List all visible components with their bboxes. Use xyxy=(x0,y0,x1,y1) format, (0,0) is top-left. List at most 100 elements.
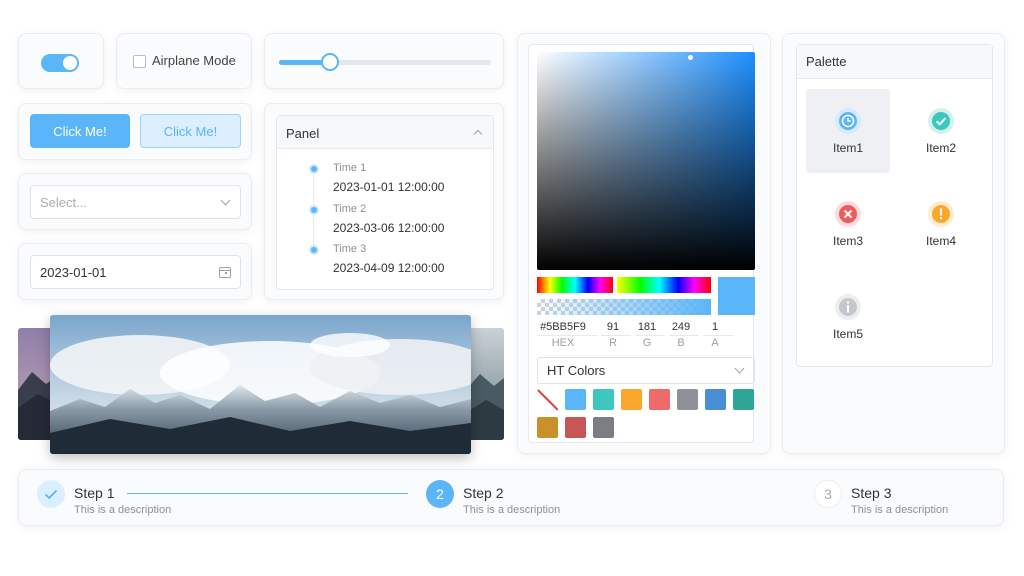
color-swatch[interactable] xyxy=(733,389,754,410)
info-icon xyxy=(835,294,861,320)
preset-colors-value: HT Colors xyxy=(547,363,606,378)
alpha-slider[interactable] xyxy=(537,299,711,315)
step-3-waiting-circle: 3 xyxy=(814,480,842,508)
timeline-dot xyxy=(309,164,319,174)
step-2-title: Step 2 xyxy=(463,485,504,501)
a-underline xyxy=(703,335,733,336)
calendar-icon[interactable] xyxy=(219,267,231,278)
step-1-done-circle xyxy=(37,480,65,508)
palette-item-1[interactable]: Item1 xyxy=(806,89,890,173)
step-2-active-circle: 2 xyxy=(426,480,454,508)
hue-slider-secondary[interactable] xyxy=(617,277,711,293)
color-swatch[interactable] xyxy=(649,389,670,410)
a-value[interactable]: 1 xyxy=(703,321,727,333)
airplane-mode-label[interactable]: Airplane Mode xyxy=(152,53,236,68)
no-color-swatch[interactable] xyxy=(537,389,558,410)
timeline-connector xyxy=(313,175,314,205)
step-1-description: This is a description xyxy=(74,504,172,516)
color-preview xyxy=(718,277,755,315)
color-swatch[interactable] xyxy=(537,417,558,438)
click-me-primary-button[interactable]: Click Me! xyxy=(30,114,130,148)
timeline-time: 2023-03-06 12:00:00 xyxy=(333,221,445,235)
palette-item-label: Item5 xyxy=(832,327,863,341)
chevron-down-icon xyxy=(734,363,745,374)
slider-track[interactable] xyxy=(279,60,491,65)
hex-label: HEX xyxy=(551,337,575,349)
step-3-description: This is a description xyxy=(851,504,949,516)
chevron-up-icon[interactable] xyxy=(473,129,483,139)
palette-item-label: Item4 xyxy=(925,234,956,248)
slider-thumb[interactable] xyxy=(320,53,339,71)
step-3-title: Step 3 xyxy=(851,485,892,501)
carousel-active-slide[interactable] xyxy=(50,315,471,454)
clock-icon xyxy=(835,108,861,134)
color-swatch[interactable] xyxy=(565,389,586,410)
saturation-cursor[interactable] xyxy=(688,55,693,60)
timeline-title: Time 2 xyxy=(333,203,367,215)
palette-item-2[interactable]: Item2 xyxy=(899,89,983,173)
palette-item-5[interactable]: Item5 xyxy=(806,275,890,359)
timeline-dot xyxy=(309,205,319,215)
timeline-dot xyxy=(309,245,319,255)
select-dropdown[interactable]: Select... xyxy=(30,185,241,219)
panel-title: Panel xyxy=(286,126,320,141)
collapse-panel: Panel Time 1 2023-01-01 12:00:00 Time 2 … xyxy=(276,115,494,290)
steps-card: Step 1 This is a description 2 Step 2 Th… xyxy=(18,469,1004,526)
buttons-card: Click Me! Click Me! xyxy=(18,103,252,160)
r-value[interactable]: 91 xyxy=(601,321,625,333)
timeline-time: 2023-01-01 12:00:00 xyxy=(333,180,445,194)
g-label: G xyxy=(642,337,652,349)
select-card: Select... xyxy=(18,173,252,230)
palette-item-3[interactable]: Item3 xyxy=(806,182,890,266)
palette-header: Palette xyxy=(797,45,992,79)
select-placeholder: Select... xyxy=(40,194,87,210)
g-underline xyxy=(635,335,665,336)
g-value[interactable]: 181 xyxy=(635,321,659,333)
b-underline xyxy=(669,335,699,336)
palette: Palette Item1 Item2 Item3 Item4 Item5 xyxy=(796,44,993,367)
click-me-secondary-button[interactable]: Click Me! xyxy=(140,114,241,148)
r-underline xyxy=(601,335,631,336)
date-value: 2023-01-01 xyxy=(40,264,107,280)
palette-item-4[interactable]: Item4 xyxy=(899,182,983,266)
step-1-title: Step 1 xyxy=(74,485,115,501)
slider-card xyxy=(264,33,504,89)
airplane-mode-checkbox[interactable] xyxy=(133,55,146,68)
b-label: B xyxy=(677,337,685,349)
exclamation-icon xyxy=(928,201,954,227)
step-connector xyxy=(127,493,408,494)
chevron-down-icon xyxy=(220,195,231,206)
color-swatch[interactable] xyxy=(705,389,726,410)
date-input[interactable]: 2023-01-01 xyxy=(30,255,241,289)
date-card: 2023-01-01 xyxy=(18,243,252,300)
preset-colors-select[interactable]: HT Colors xyxy=(537,357,755,384)
palette-title: Palette xyxy=(806,54,847,69)
color-swatch[interactable] xyxy=(593,417,614,438)
color-swatch[interactable] xyxy=(593,389,614,410)
timeline-connector xyxy=(313,216,314,246)
toggle-knob[interactable] xyxy=(63,56,77,70)
color-swatch[interactable] xyxy=(677,389,698,410)
r-label: R xyxy=(609,337,617,349)
panel-header[interactable]: Panel xyxy=(277,116,493,149)
checkbox-card: Airplane Mode xyxy=(116,33,252,89)
palette-item-label: Item1 xyxy=(832,141,863,155)
panel-card: Panel Time 1 2023-01-01 12:00:00 Time 2 … xyxy=(264,103,504,300)
hex-value[interactable]: #5BB5F9 xyxy=(537,321,589,333)
color-picker-card: #5BB5F9 HEX 91 R 181 G 249 B 1 A HT Colo… xyxy=(517,33,771,454)
timeline-title: Time 3 xyxy=(333,243,367,255)
check-icon xyxy=(928,108,954,134)
b-value[interactable]: 249 xyxy=(669,321,693,333)
saturation-value-area[interactable] xyxy=(537,52,755,270)
palette-item-label: Item2 xyxy=(925,141,956,155)
x-icon xyxy=(835,201,861,227)
color-swatch[interactable] xyxy=(565,417,586,438)
palette-item-label: Item3 xyxy=(832,234,863,248)
toggle-card xyxy=(18,33,104,89)
toggle-switch[interactable] xyxy=(41,54,79,72)
hue-slider[interactable] xyxy=(537,277,613,293)
color-swatch[interactable] xyxy=(621,389,642,410)
timeline-time: 2023-04-09 12:00:00 xyxy=(333,261,445,275)
mountain-landscape-image xyxy=(50,315,471,454)
step-2-description: This is a description xyxy=(463,504,561,516)
